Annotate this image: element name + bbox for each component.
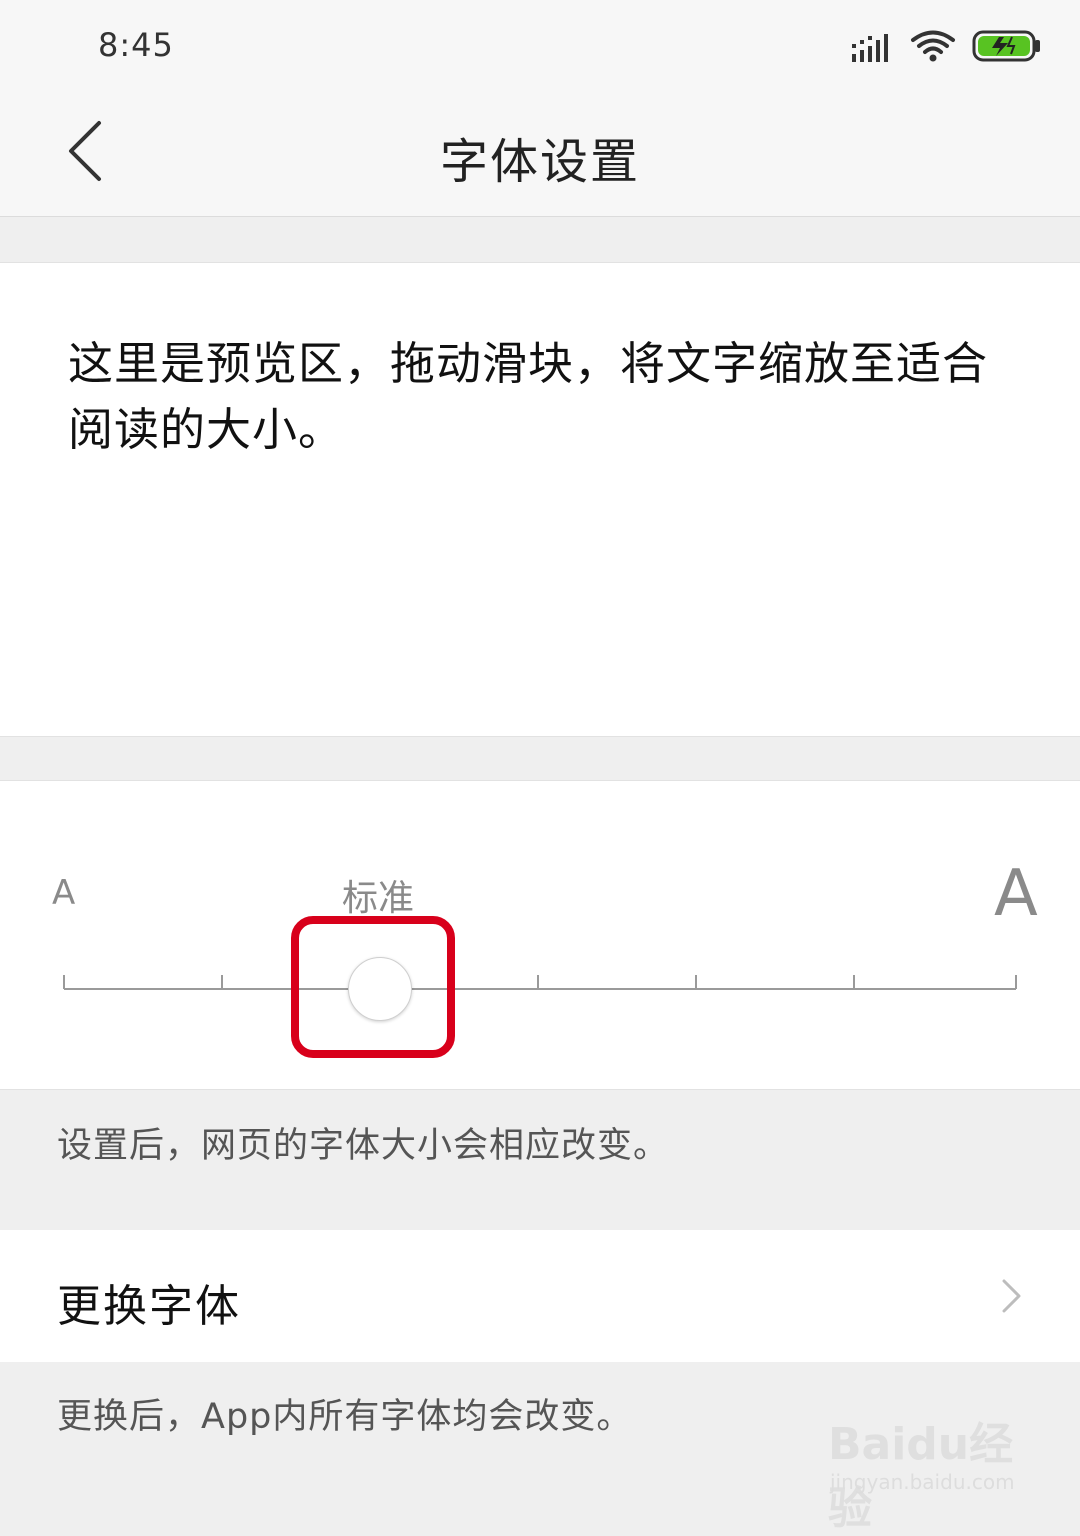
page-title: 字体设置 <box>439 134 640 190</box>
app-font-hint: 更换后，App内所有字体均会改变。 <box>57 1397 633 1437</box>
status-time: 8:45 <box>98 26 174 64</box>
preview-text: 这里是预览区，拖动滑块，将文字缩放至适合阅读的大小。 <box>68 337 989 456</box>
signal-icon <box>852 34 888 62</box>
nav-bar: 字体设置 <box>0 90 1080 217</box>
chevron-right-icon <box>1002 1279 1021 1313</box>
change-font-label: 更换字体 <box>57 1281 241 1332</box>
standard-label: 标准 <box>342 878 415 919</box>
watermark-url: jingyan.baidu.com <box>830 1470 1015 1494</box>
small-font-label: A <box>52 873 76 913</box>
preview-area: 这里是预览区，拖动滑块，将文字缩放至适合阅读的大小。 <box>0 262 1080 737</box>
slider-track[interactable] <box>0 951 1080 1031</box>
wifi-icon <box>911 30 955 62</box>
slider-thumb[interactable] <box>348 957 412 1021</box>
font-size-slider-panel: A 标准 A <box>0 780 1080 1090</box>
change-font-row[interactable]: 更换字体 <box>0 1230 1080 1362</box>
status-icons <box>852 28 1042 64</box>
battery-charging-icon <box>972 30 1040 62</box>
baidu-watermark: Baidu经验 jingyan.baidu.com <box>828 1400 1028 1534</box>
webpage-font-hint: 设置后，网页的字体大小会相应改变。 <box>57 1126 670 1166</box>
status-bar: 8:45 <box>0 0 1080 90</box>
large-font-label: A <box>994 857 1038 931</box>
